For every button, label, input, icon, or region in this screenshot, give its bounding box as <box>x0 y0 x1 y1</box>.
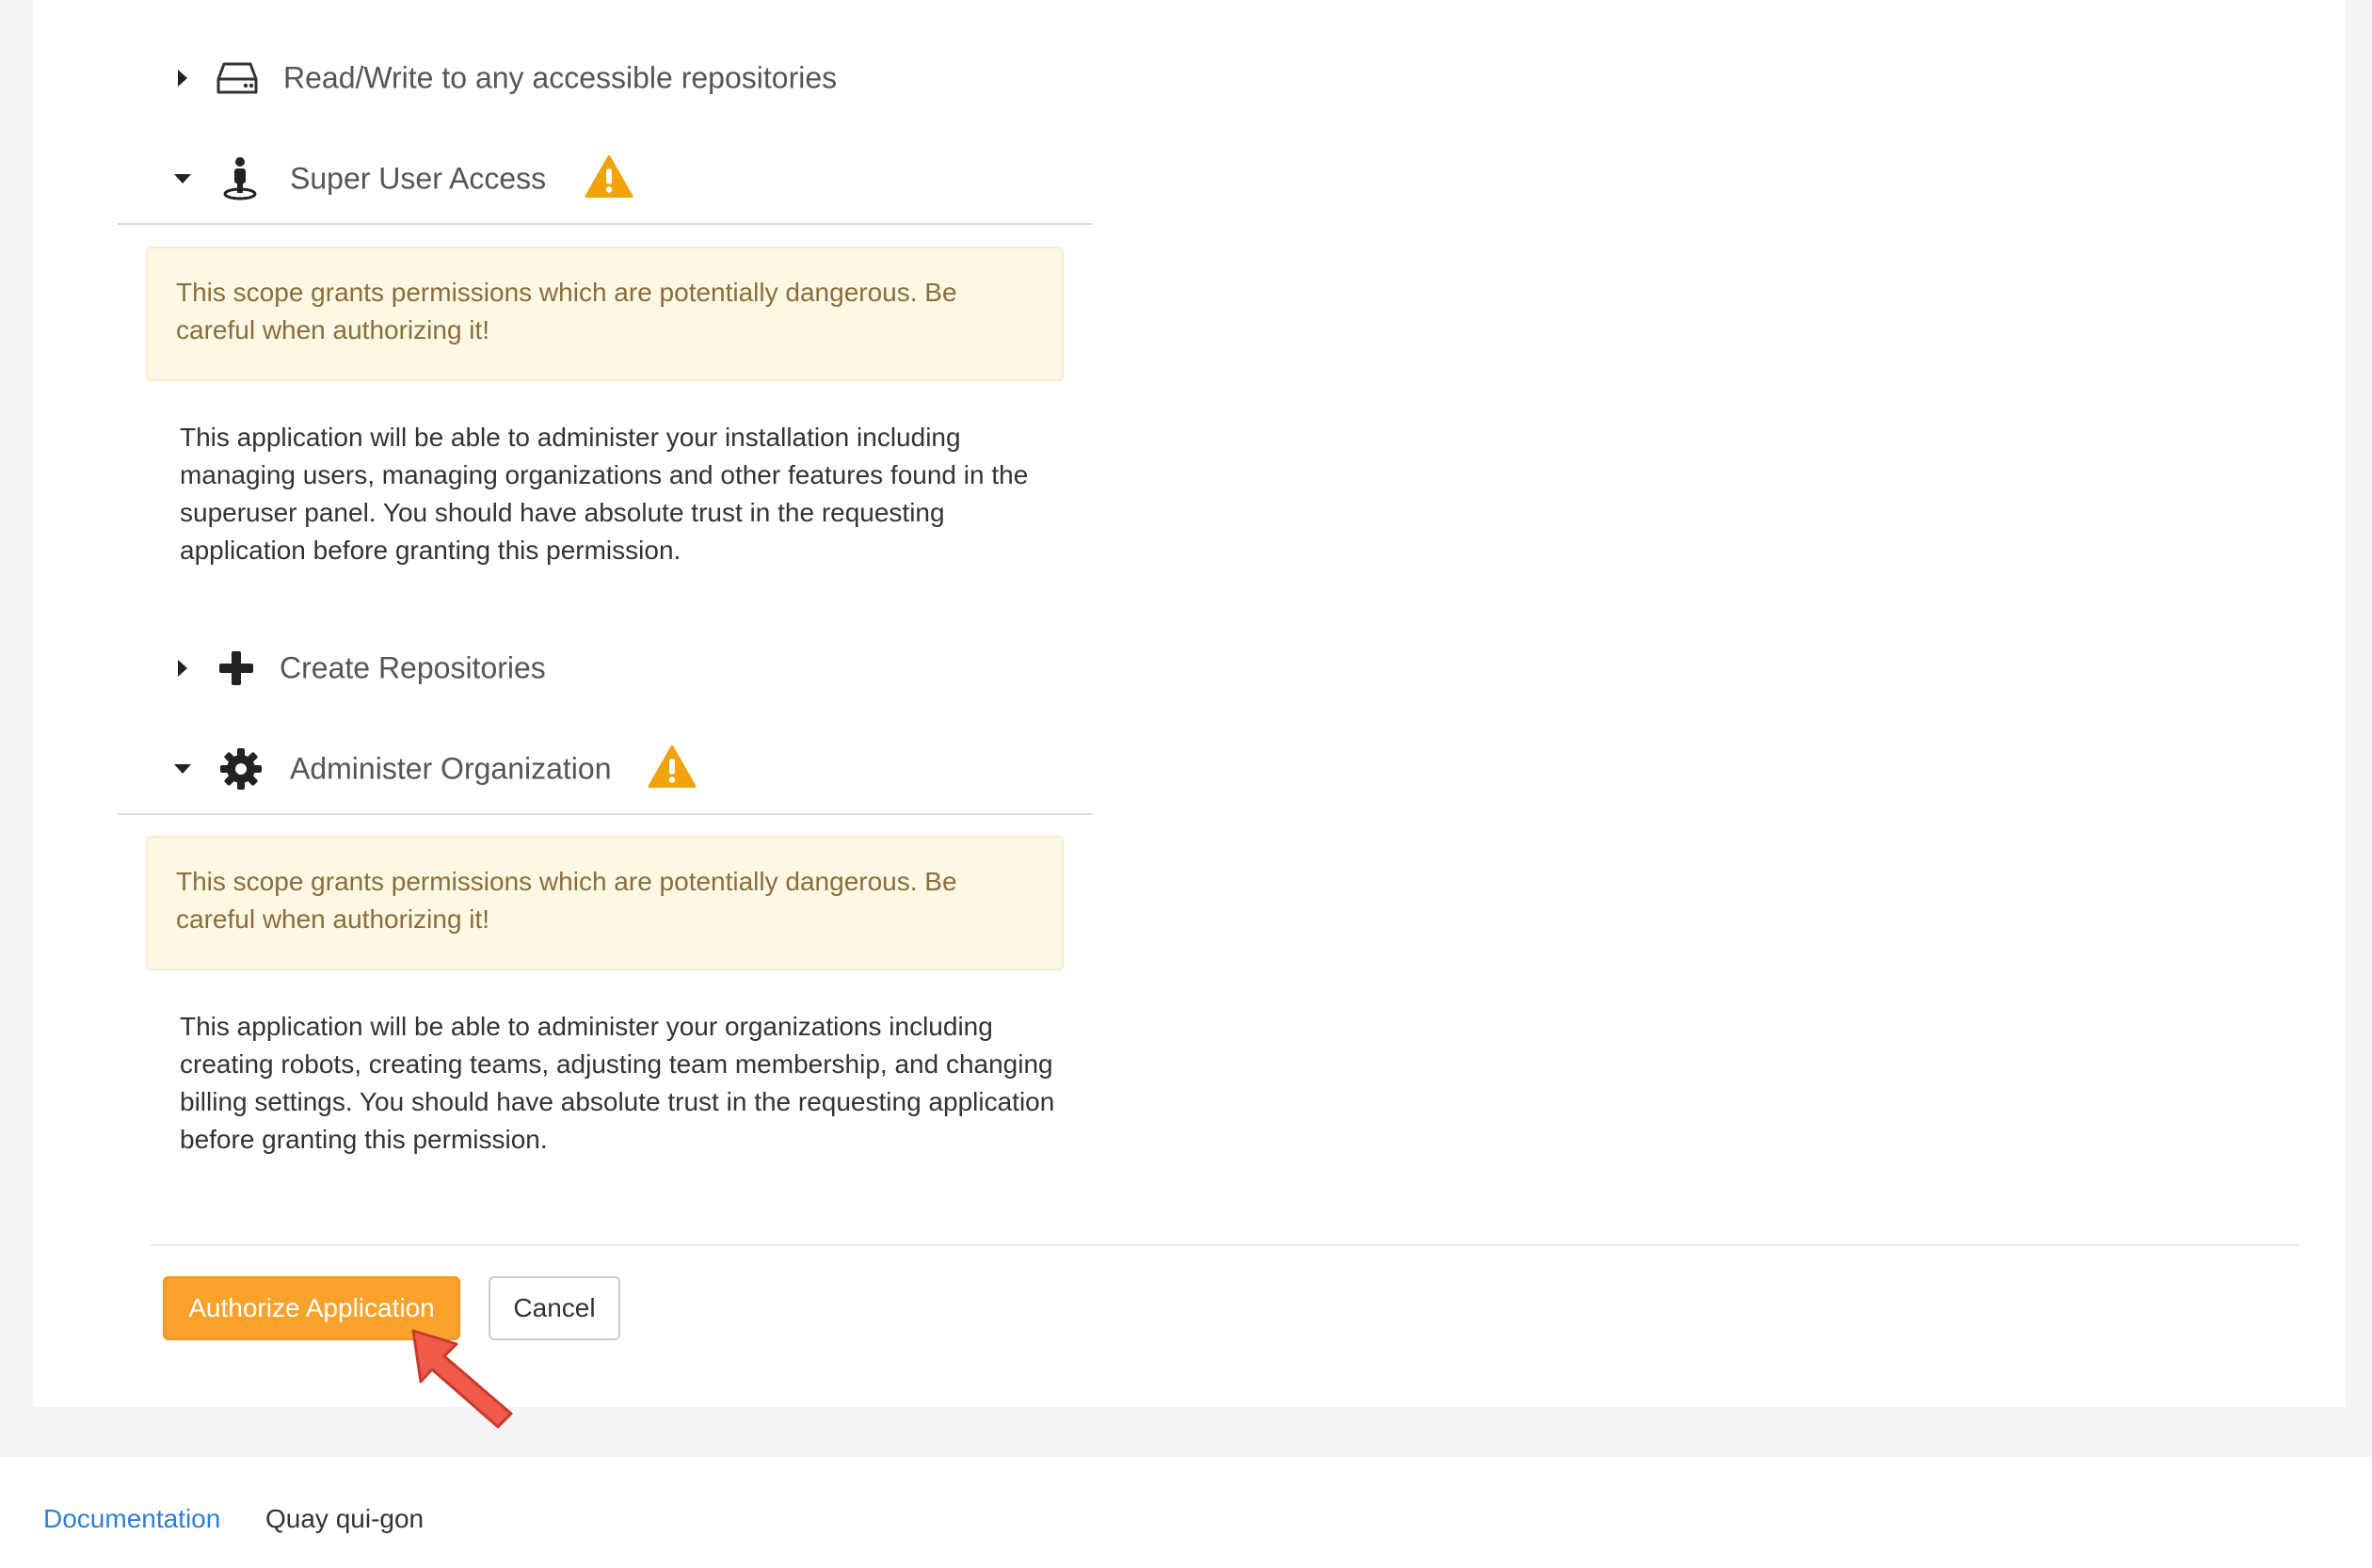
caret-right-icon[interactable] <box>178 70 187 87</box>
scope-administer-organization: Administer Organization <box>118 725 1092 815</box>
hard-drive-icon <box>216 60 258 96</box>
scope-create-repositories: Create Repositories <box>118 623 1092 713</box>
scope-description: This application will be able to adminis… <box>180 423 1029 565</box>
scope-title: Create Repositories <box>280 650 546 685</box>
scope-super-user: Super User Access <box>118 135 1092 225</box>
scope-read-write: Read/Write to any accessible repositorie… <box>118 33 1092 123</box>
scope-header-administer-organization[interactable]: Administer Organization <box>118 725 1092 815</box>
warning-alert: This scope grants permissions which are … <box>146 836 1064 970</box>
pointer-arrow-icon <box>409 1327 522 1435</box>
scope-title: Administer Organization <box>290 751 612 786</box>
page: Read/Write to any accessible repositorie… <box>0 0 2372 1568</box>
divider <box>151 1244 2299 1246</box>
warning-icon <box>648 745 697 793</box>
scope-header-super-user[interactable]: Super User Access <box>118 135 1092 225</box>
scope-title: Super User Access <box>290 161 547 196</box>
warning-alert: This scope grants permissions which are … <box>146 247 1064 381</box>
caret-down-icon[interactable] <box>174 764 191 774</box>
scope-title: Read/Write to any accessible repositorie… <box>283 60 838 95</box>
authorization-panel: Read/Write to any accessible repositorie… <box>33 0 2346 1429</box>
documentation-link[interactable]: Documentation <box>43 1504 220 1534</box>
user-pin-icon <box>221 156 259 201</box>
caret-right-icon[interactable] <box>178 660 187 677</box>
scope-description: This application will be able to adminis… <box>180 1012 1055 1154</box>
gear-icon <box>219 747 263 791</box>
scope-header-create-repositories[interactable]: Create Repositories <box>118 623 1092 713</box>
footer: Documentation Quay qui-gon <box>0 1457 2372 1568</box>
version-label: Quay qui-gon <box>265 1504 425 1533</box>
warning-icon <box>585 155 633 203</box>
caret-down-icon[interactable] <box>174 174 191 184</box>
plus-icon <box>217 649 255 687</box>
scope-header-read-write[interactable]: Read/Write to any accessible repositorie… <box>118 33 1092 123</box>
